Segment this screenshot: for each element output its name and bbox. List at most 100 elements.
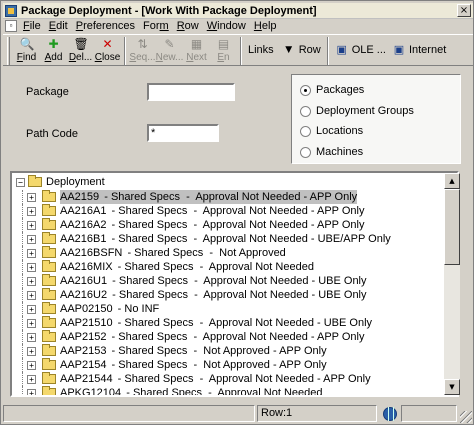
links-menu-button[interactable]: Links <box>245 35 277 65</box>
path-code-input[interactable] <box>147 124 219 142</box>
package-description: - Shared Specs - Approval Not Needed - A… <box>111 331 365 343</box>
folder-icon <box>42 274 56 286</box>
status-panel-extra <box>401 405 457 422</box>
delete-button[interactable]: 🗑 Del... <box>67 35 94 65</box>
package-input[interactable] <box>147 83 235 101</box>
new-button[interactable]: ✎ New... <box>156 35 184 65</box>
expand-icon[interactable]: + <box>27 249 36 258</box>
collapse-icon[interactable]: − <box>16 177 25 187</box>
close-label: Close <box>95 52 121 63</box>
radio-button-icon[interactable] <box>300 125 311 137</box>
menu-item-0[interactable]: File <box>19 20 45 32</box>
tree-row[interactable]: + AA216U1 - Shared Specs - Approval Not N… <box>12 274 442 288</box>
tree-row[interactable]: + AA216B1 - Shared Specs - Approval Not N… <box>12 232 442 246</box>
vertical-scrollbar[interactable]: ▲ ▼ <box>444 173 460 395</box>
scroll-down-arrow-icon[interactable]: ▼ <box>444 379 460 395</box>
tree-row[interactable]: + AA216BSFN - Shared Specs - Not Approved <box>12 246 442 260</box>
tree-row[interactable]: + AAP2154 - Shared Specs - Not Approved -… <box>12 358 442 372</box>
tree-row[interactable]: + AAP02150 - No INF <box>12 302 442 316</box>
tree-row[interactable]: + APKG12104 - Shared Specs - Approval Not… <box>12 386 442 395</box>
expand-icon[interactable]: + <box>27 277 36 286</box>
deployment-tree[interactable]: − Deployment + AA2159 - Shared Specs - Ap… <box>10 171 459 397</box>
folder-icon <box>42 218 56 230</box>
menu-item-4[interactable]: Row <box>173 20 203 32</box>
radio-button-icon[interactable] <box>300 105 311 117</box>
package-code: AAP02150 <box>60 303 113 315</box>
radio-machines[interactable]: Machines <box>300 146 363 158</box>
radio-deployment-groups[interactable]: Deployment Groups <box>300 105 414 117</box>
radio-button-icon[interactable] <box>300 146 311 158</box>
package-code: AA2159 <box>60 191 100 203</box>
close-window-button[interactable]: × <box>457 4 471 17</box>
scroll-thumb[interactable] <box>444 189 460 265</box>
package-description: - Shared Specs - Approval Not Needed - A… <box>111 219 365 231</box>
ole-label: OLE ... <box>351 44 386 56</box>
expand-icon[interactable]: + <box>27 207 36 216</box>
expand-icon[interactable]: + <box>27 221 36 230</box>
expand-icon[interactable]: + <box>27 333 36 342</box>
end-button[interactable]: ▤ En <box>210 35 237 65</box>
tree-row-text: AAP2152 - Shared Specs - Approval Not Ne… <box>60 330 364 344</box>
find-button[interactable]: 🔍 Find <box>13 35 40 65</box>
folder-icon <box>42 288 56 300</box>
app-icon <box>5 4 17 17</box>
internet-button[interactable]: ▣ Internet <box>389 35 449 65</box>
title-bar[interactable]: Package Deployment - [Work With Package … <box>3 3 473 19</box>
expand-icon[interactable]: + <box>27 389 36 395</box>
menu-item-3[interactable]: Form <box>139 20 173 32</box>
resize-grip-icon[interactable] <box>460 411 472 423</box>
expand-icon[interactable]: + <box>27 305 36 314</box>
tree-guide-line <box>22 344 23 358</box>
menu-item-6[interactable]: Help <box>250 20 281 32</box>
tree-row[interactable]: + AA216MIX - Shared Specs - Approval Not … <box>12 260 442 274</box>
menu-item-2[interactable]: Preferences <box>72 20 139 32</box>
menu-item-accelerator: W <box>206 20 218 32</box>
next-button[interactable]: ▦ Next <box>183 35 210 65</box>
close-button[interactable]: ✕ Close <box>94 35 121 65</box>
row-dropdown-icon: ▼ <box>285 45 293 55</box>
tree-row[interactable]: + AAP2152 - Shared Specs - Approval Not N… <box>12 330 442 344</box>
radio-label: Deployment Groups <box>316 105 414 117</box>
tree-row[interactable]: + AAP21510 - Shared Specs - Approval Not … <box>12 316 442 330</box>
radio-packages[interactable]: Packages <box>300 84 364 96</box>
folder-icon <box>42 316 56 328</box>
ole-button[interactable]: ▣ OLE ... <box>332 35 389 65</box>
menu-item-label: references <box>83 20 136 32</box>
tree-row[interactable]: + AA216A1 - Shared Specs - Approval Not N… <box>12 204 442 218</box>
expand-icon[interactable]: + <box>27 347 36 356</box>
tree-row[interactable]: + AAP2153 - Shared Specs - Not Approved -… <box>12 344 442 358</box>
tree-root-node[interactable]: − Deployment <box>16 175 105 189</box>
radio-button-icon[interactable] <box>300 84 311 96</box>
tree-row[interactable]: + AA216U2 - Shared Specs - Approval Not N… <box>12 288 442 302</box>
expand-icon[interactable]: + <box>27 193 36 202</box>
folder-icon <box>42 190 56 202</box>
expand-icon[interactable]: + <box>27 263 36 272</box>
close-icon: ✕ <box>102 37 113 51</box>
expand-icon[interactable]: + <box>27 319 36 328</box>
tree-row[interactable]: + AA2159 - Shared Specs - Approval Not Ne… <box>12 190 442 204</box>
delete-icon: 🗑 <box>73 37 89 51</box>
row-menu-button[interactable]: ▼ Row <box>277 35 324 65</box>
expand-icon[interactable]: + <box>27 375 36 384</box>
system-menu-icon[interactable]: ▫ <box>5 20 17 32</box>
toolbar-separator <box>326 37 329 65</box>
radio-locations[interactable]: Locations <box>300 125 363 137</box>
scroll-up-arrow-icon[interactable]: ▲ <box>444 173 460 189</box>
expand-icon[interactable]: + <box>27 361 36 370</box>
sequence-button[interactable]: ⇅ Seq... <box>129 35 156 65</box>
menu-item-5[interactable]: Window <box>203 20 250 32</box>
tree-row-text: APKG12104 - Shared Specs - Approval Not … <box>60 386 323 395</box>
expand-icon[interactable]: + <box>27 235 36 244</box>
tree-row-text: AA216A1 - Shared Specs - Approval Not Ne… <box>60 204 364 218</box>
menu-item-prefix: For <box>143 20 160 32</box>
menu-item-1[interactable]: Edit <box>45 20 72 32</box>
expand-icon[interactable]: + <box>27 291 36 300</box>
tree-row[interactable]: + AAP21544 - Shared Specs - Approval Not … <box>12 372 442 386</box>
tree-guide-line <box>22 246 23 260</box>
menu-item-accelerator: P <box>75 20 84 32</box>
radio-label: Locations <box>316 125 364 137</box>
tree-row[interactable]: + AA216A2 - Shared Specs - Approval Not N… <box>12 218 442 232</box>
toolbar-grip[interactable] <box>7 37 10 65</box>
package-description: - Shared Specs - Approval Not Needed - A… <box>111 205 365 217</box>
add-button[interactable]: ✚ Add <box>40 35 67 65</box>
